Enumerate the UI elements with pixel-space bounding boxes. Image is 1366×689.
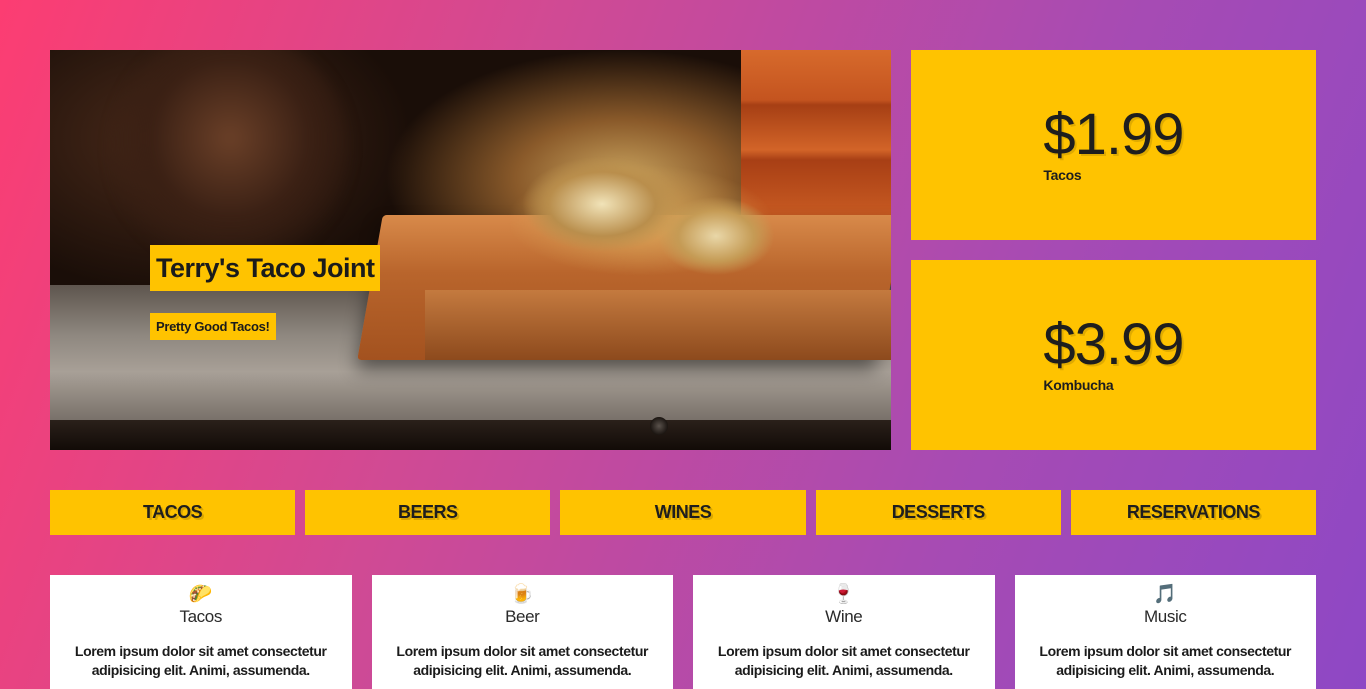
hero-image: Terry's Taco Joint Pretty Good Tacos!	[50, 50, 891, 450]
feature-title: Tacos	[179, 607, 223, 626]
price-amount: $3.99	[1043, 312, 1184, 377]
hero-subtitle: Pretty Good Tacos!	[150, 313, 276, 340]
price-card-tacos: $1.99 Tacos	[911, 50, 1316, 240]
nav-item-tacos[interactable]: TACOS	[50, 490, 296, 535]
hero-photo-tacos	[450, 140, 830, 300]
feature-card-tacos: 🌮 Tacos Lorem ipsum dolor sit amet conse…	[50, 575, 352, 689]
feature-text: Lorem ipsum dolor sit amet consectetur a…	[396, 643, 649, 678]
feature-text: Lorem ipsum dolor sit amet consectetur a…	[1039, 643, 1292, 678]
feature-text: Lorem ipsum dolor sit amet consectetur a…	[74, 643, 327, 678]
hero-photo-board-side	[425, 290, 891, 360]
beer-icon: 🍺	[510, 584, 535, 605]
hero-photo-counter-edge	[50, 420, 891, 450]
feature-card-beer: 🍺 Beer Lorem ipsum dolor sit amet consec…	[371, 575, 673, 689]
music-note-icon: 🎵	[1153, 584, 1178, 605]
nav-item-desserts[interactable]: DESSERTS	[815, 490, 1061, 535]
main-nav: TACOS BEERS WINES DESSERTS RESERVATIONS	[50, 490, 1317, 535]
taco-icon: 🌮	[188, 584, 213, 605]
price-label: Kombucha	[1043, 377, 1114, 393]
price-card-kombucha: $3.99 Kombucha	[911, 260, 1316, 450]
hero-photo-person	[110, 50, 350, 270]
features-section: 🌮 Tacos Lorem ipsum dolor sit amet conse…	[50, 575, 1316, 689]
nav-item-wines[interactable]: WINES	[560, 490, 806, 535]
hero-photo-screw	[650, 417, 668, 435]
wine-glass-icon: 🍷	[831, 584, 856, 605]
feature-card-wine: 🍷 Wine Lorem ipsum dolor sit amet consec…	[693, 575, 995, 689]
feature-title: Music	[1144, 607, 1187, 626]
feature-title: Wine	[825, 607, 863, 626]
feature-card-music: 🎵 Music Lorem ipsum dolor sit amet conse…	[1014, 575, 1316, 689]
nav-item-beers[interactable]: BEERS	[305, 490, 551, 535]
nav-item-reservations[interactable]: RESERVATIONS	[1070, 490, 1317, 535]
feature-title: Beer	[505, 607, 540, 626]
price-label: Tacos	[1043, 167, 1082, 183]
feature-text: Lorem ipsum dolor sit amet consectetur a…	[717, 643, 970, 678]
hero-title: Terry's Taco Joint	[150, 245, 381, 291]
price-amount: $1.99	[1043, 102, 1184, 167]
